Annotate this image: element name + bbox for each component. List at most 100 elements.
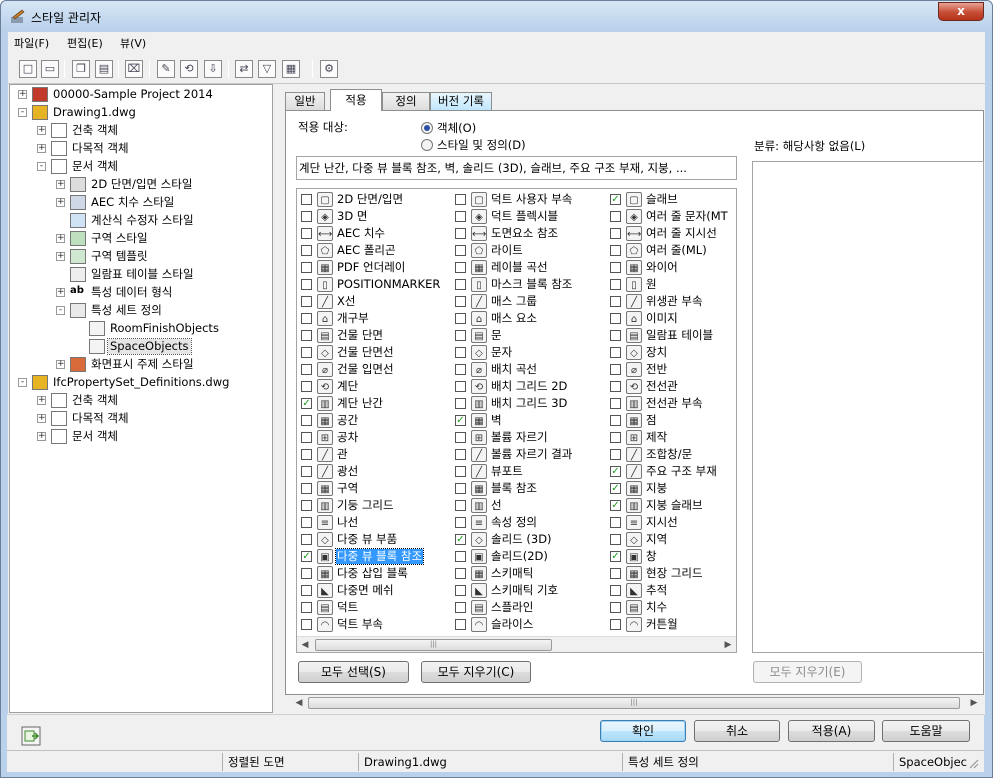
object-type-item[interactable]: ▦ 스키매틱 <box>455 565 610 582</box>
object-type-item[interactable]: ◠ 커튼월 <box>610 616 736 633</box>
object-type-item[interactable]: ▦ 구역 <box>301 480 456 497</box>
object-type-item[interactable]: ◈ 3D 면 <box>301 208 456 225</box>
object-type-item[interactable]: ⬠ AEC 폴리곤 <box>301 242 456 259</box>
object-type-checkbox[interactable] <box>455 585 466 596</box>
object-type-checkbox[interactable] <box>301 534 312 545</box>
object-type-item[interactable]: ▦ 공간 <box>301 412 456 429</box>
scroll-thumb[interactable]: ||| <box>315 639 552 651</box>
object-type-checkbox[interactable] <box>455 330 466 341</box>
object-type-item[interactable]: ⌀ 건물 입면선 <box>301 361 456 378</box>
expand-icon[interactable]: + <box>56 360 65 369</box>
object-type-checkbox[interactable] <box>610 568 621 579</box>
object-type-checkbox[interactable] <box>610 228 621 239</box>
object-type-checkbox[interactable] <box>301 330 312 341</box>
expand-icon[interactable]: + <box>56 180 65 189</box>
object-type-checkbox[interactable]: ✓ <box>610 194 621 205</box>
object-type-checkbox[interactable] <box>455 432 466 443</box>
object-type-checkbox[interactable] <box>610 313 621 324</box>
object-type-item[interactable]: ▯ 마스크 블록 참조 <box>455 276 610 293</box>
radio-styles-definitions-label[interactable]: 스타일 및 정의(D) <box>437 137 526 153</box>
object-type-checkbox[interactable] <box>301 449 312 460</box>
object-type-checkbox[interactable] <box>301 483 312 494</box>
object-type-checkbox[interactable] <box>455 500 466 511</box>
copy-icon[interactable]: ❐ <box>72 60 90 78</box>
object-type-item[interactable]: ⌂ 개구부 <box>301 310 456 327</box>
object-type-checkbox[interactable]: ✓ <box>610 466 621 477</box>
object-type-checkbox[interactable] <box>301 228 312 239</box>
object-type-item[interactable]: ▣ 솔리드(2D) <box>455 548 610 565</box>
scroll-right-icon[interactable]: ▶ <box>966 695 982 711</box>
object-type-item[interactable]: ◇ 문자 <box>455 344 610 361</box>
object-type-checkbox[interactable] <box>455 364 466 375</box>
object-type-checkbox[interactable] <box>610 517 621 528</box>
object-type-checkbox[interactable] <box>301 517 312 528</box>
scroll-right-icon[interactable]: ▶ <box>720 637 736 653</box>
help-button[interactable]: 도움말 <box>882 720 970 742</box>
object-type-item[interactable]: ◠ 덕트 부속 <box>301 616 456 633</box>
tree-node[interactable]: + 건축 객체 <box>10 392 272 410</box>
object-type-checkbox[interactable] <box>455 296 466 307</box>
object-type-checkbox[interactable] <box>301 347 312 358</box>
import-icon[interactable]: ⇩ <box>204 60 222 78</box>
object-type-checkbox[interactable] <box>610 211 621 222</box>
collapse-icon[interactable]: - <box>18 378 27 387</box>
view-icon[interactable]: ▦ <box>282 60 300 78</box>
object-type-item[interactable]: ▥ 배치 그리드 3D <box>455 395 610 412</box>
object-type-item[interactable]: ◈ 덕트 플렉시블 <box>455 208 610 225</box>
object-type-item[interactable]: ✓ ▥ 계단 난간 <box>301 395 456 412</box>
object-type-item[interactable]: ▤ 문 <box>455 327 610 344</box>
object-type-checkbox[interactable] <box>610 279 621 290</box>
radio-styles-definitions[interactable] <box>421 139 433 151</box>
tree-node[interactable]: + 화면표시 주제 스타일 <box>10 356 272 374</box>
menu-file[interactable]: 파일(F) <box>14 35 49 51</box>
object-type-checkbox[interactable] <box>301 381 312 392</box>
clear-all-button[interactable]: 모두 지우기(C) <box>421 661 531 683</box>
object-type-checkbox[interactable] <box>610 330 621 341</box>
object-type-checkbox[interactable] <box>455 279 466 290</box>
sync-icon[interactable]: ⟲ <box>180 60 198 78</box>
object-type-item[interactable]: ◈ 여러 줄 문자(MT <box>610 208 736 225</box>
paste-icon[interactable]: ▤ <box>95 60 113 78</box>
purge-icon[interactable]: ⌧ <box>125 60 143 78</box>
object-type-checkbox[interactable] <box>301 619 312 630</box>
object-type-item[interactable]: ◇ 다중 뷰 부품 <box>301 531 456 548</box>
object-type-item[interactable]: ╱ X선 <box>301 293 456 310</box>
object-type-item[interactable]: ⟷ 여러 줄 지시선 <box>610 225 736 242</box>
collapse-icon[interactable]: - <box>18 108 27 117</box>
menu-view[interactable]: 뷰(V) <box>120 35 146 51</box>
scroll-left-icon[interactable]: ◀ <box>291 695 307 711</box>
object-type-item[interactable]: ▦ 레이블 곡선 <box>455 259 610 276</box>
object-type-checkbox[interactable] <box>455 194 466 205</box>
tree-node[interactable]: +2D 단면/입면 스타일 <box>10 176 272 194</box>
object-type-checkbox[interactable] <box>301 194 312 205</box>
object-type-item[interactable]: ≡ 나선 <box>301 514 456 531</box>
tree-node[interactable]: + 구역 스타일 <box>10 230 272 248</box>
object-type-item[interactable]: ▯ 원 <box>610 276 736 293</box>
panel-hscrollbar[interactable]: ◀ ||| ▶ <box>289 695 984 711</box>
object-type-item[interactable]: ✓ ╱ 주요 구조 부재 <box>610 463 736 480</box>
object-type-checkbox[interactable] <box>610 415 621 426</box>
object-type-checkbox[interactable] <box>301 296 312 307</box>
object-type-checkbox[interactable] <box>610 245 621 256</box>
style-tree[interactable]: +00000-Sample Project 2014- Drawing1.dwg +… <box>9 84 273 713</box>
radio-objects-label[interactable]: 객체(O) <box>437 120 476 136</box>
tree-node[interactable]: 계산식 수정자 스타일 <box>10 212 272 230</box>
tree-node[interactable]: RoomFinishObjects <box>10 320 272 338</box>
object-type-checkbox[interactable] <box>301 415 312 426</box>
object-type-checkbox[interactable] <box>610 262 621 273</box>
new-icon[interactable]: □ <box>19 60 37 78</box>
object-type-checkbox[interactable] <box>455 262 466 273</box>
open-icon[interactable]: ▭ <box>41 60 59 78</box>
object-type-item[interactable]: ▦ 와이어 <box>610 259 736 276</box>
object-type-item[interactable]: ▯ POSITIONMARKER <box>301 276 456 293</box>
expand-icon[interactable]: + <box>37 432 46 441</box>
object-type-checkbox[interactable] <box>610 381 621 392</box>
object-type-checkbox[interactable] <box>455 245 466 256</box>
tree-node[interactable]: - Drawing1.dwg <box>10 104 272 122</box>
object-type-item[interactable]: ◇ 장치 <box>610 344 736 361</box>
object-type-checkbox[interactable] <box>301 364 312 375</box>
object-type-item[interactable]: ╱ 뷰포트 <box>455 463 610 480</box>
close-button[interactable]: x <box>938 2 984 21</box>
object-type-item[interactable]: ▢ 덕트 사용자 부속 <box>455 191 610 208</box>
object-type-checkbox[interactable] <box>610 602 621 613</box>
